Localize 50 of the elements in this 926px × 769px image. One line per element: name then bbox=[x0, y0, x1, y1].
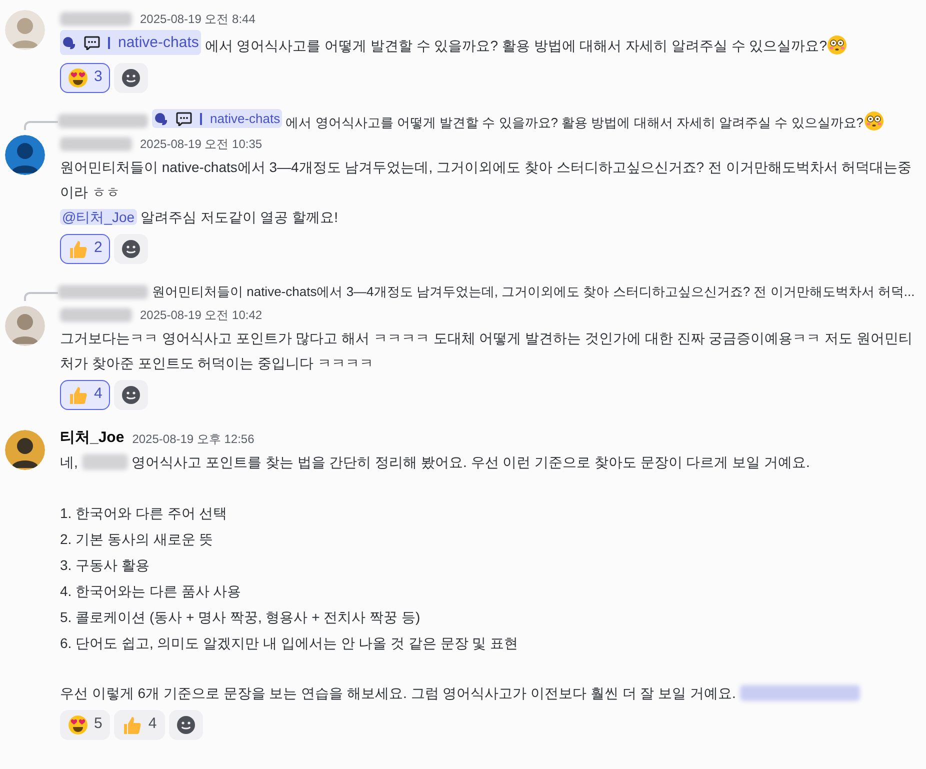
message-text: 그거보다는ㅋㅋ 영어식사고 포인트가 많다고 해서 ㅋㅋㅋㅋ 도대체 어떻게 발견하는 것인가에 대한 진짜 궁금증이예용ㅋㅋ 저도 원어민티처가 찾아준 포인트도 허덕이는 중입니다 ㅋㅋㅋㅋ bbox=[60, 330, 912, 370]
message-text: 에서 영어식사고를 어떻게 발견할 수 있을까요? 활용 방법에 대해서 자세히 알려주실 수 있으실까요? bbox=[204, 38, 828, 54]
reply-text: 에서 영어식사고를 어떻게 발견할 수 있을까요? 활용 방법에 대해서 자세히 알려주실 수 있으실까요? bbox=[284, 114, 864, 130]
timestamp: 2025-08-19 오전 10:35 bbox=[140, 136, 262, 152]
flushed-face-icon bbox=[827, 34, 848, 54]
message-text: 우선 이렇게 6개 기준으로 문장을 보는 연습을 해보세요. 그럼 영어식사고가 이전보다 훨씬 더 잘 보일 거예요. bbox=[60, 684, 737, 700]
message-text: 영어식사고 포인트를 찾는 법을 간단히 정리해 봤어요. 우선 이런 기준으로 찾아도 문장이 다르게 보일 거예요. bbox=[130, 454, 810, 470]
list-item: 3. 구동사 활용 bbox=[60, 556, 150, 574]
author-name[interactable]: 티처_Joe bbox=[60, 427, 124, 450]
timestamp: 2025-08-19 오전 8:44 bbox=[140, 11, 256, 28]
chat-bubble-icon bbox=[84, 36, 100, 50]
timestamp: 2025-08-19 오전 10:42 bbox=[140, 306, 262, 324]
reaction-button[interactable]: 4 bbox=[114, 710, 165, 740]
heart-eyes-face-icon bbox=[68, 714, 88, 734]
list-item: 1. 한국어와 다른 주어 선택 bbox=[60, 504, 228, 522]
heart-eyes-face-icon bbox=[68, 68, 88, 88]
blurred-text bbox=[82, 454, 128, 470]
timestamp: 2025-08-19 오후 12:56 bbox=[132, 430, 254, 448]
message-text: 알려주심 저도같이 열공 할께요! bbox=[139, 208, 338, 224]
reaction-button[interactable]: 5 bbox=[60, 710, 110, 740]
avatar[interactable] bbox=[5, 134, 45, 174]
list-item: 5. 콜로케이션 (동사 + 명사 짝꿍, 형용사 + 전치사 짝꿍 등) bbox=[60, 608, 422, 627]
forum-icon bbox=[154, 112, 168, 126]
reaction-button[interactable]: 2 bbox=[60, 234, 110, 264]
reply-text: 원어민티처들이 native-chats에서 3—4개정도 남겨두었는데, 그거이외에도 찾아 스터디하고싶으신거죠? 전 이거만해도벅차서 허덕... bbox=[152, 284, 915, 299]
reaction-button[interactable]: 3 bbox=[60, 62, 110, 92]
smiley-icon bbox=[121, 238, 142, 258]
channel-mention[interactable]: native-chats bbox=[60, 30, 201, 55]
thumbs-up-icon bbox=[68, 384, 88, 404]
channel-mention[interactable]: native-chats bbox=[152, 108, 282, 128]
list-item: 4. 한국어와는 다른 품사 사용 bbox=[60, 582, 242, 600]
flushed-face-icon bbox=[864, 110, 884, 131]
forum-icon bbox=[62, 36, 76, 50]
add-reaction-button[interactable] bbox=[114, 234, 148, 264]
add-reaction-button[interactable] bbox=[114, 380, 148, 410]
message-text: 원어민티처들이 native-chats에서 3—4개정도 남겨두었는데, 그거이외에도 찾아 스터디하고싶으신거죠? 전 이거만해도벅차서 허덕대는중이라 ㅎㅎ bbox=[60, 158, 912, 200]
thumbs-up-icon bbox=[122, 714, 142, 734]
add-reaction-button[interactable] bbox=[114, 62, 148, 92]
list-item: 6. 단어도 쉽고, 의미도 알겠지만 내 입에서는 안 나올 것 같은 문장 및 표현 bbox=[60, 634, 520, 652]
list-item: 2. 기본 동사의 새로운 뜻 bbox=[60, 530, 214, 548]
smiley-icon bbox=[176, 714, 196, 734]
reaction-button[interactable]: 4 bbox=[60, 380, 110, 410]
chat-bubble-icon bbox=[176, 112, 192, 126]
smiley-icon bbox=[121, 384, 142, 404]
user-mention[interactable]: @티처_Joe bbox=[60, 208, 137, 224]
message-text: 네, bbox=[60, 454, 79, 470]
smiley-icon bbox=[121, 68, 142, 88]
avatar[interactable] bbox=[5, 430, 45, 470]
thumbs-up-icon bbox=[68, 238, 88, 258]
add-reaction-button[interactable] bbox=[168, 710, 203, 740]
